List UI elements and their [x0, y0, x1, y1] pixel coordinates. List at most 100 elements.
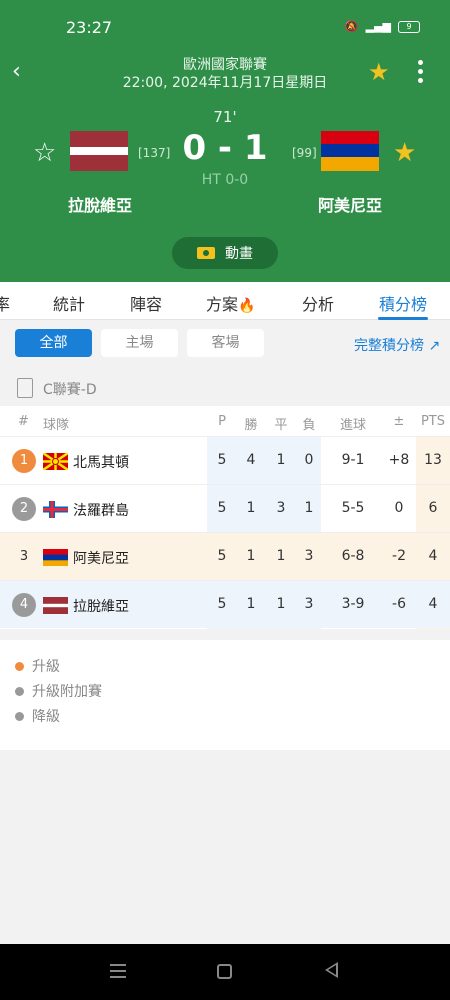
halftime-score: HT 0-0: [201, 172, 249, 188]
header-team: 球隊: [43, 418, 70, 433]
status-time: 23:27: [66, 18, 113, 37]
north-macedonia-flag-icon: [43, 453, 68, 470]
pitch-icon: [197, 247, 215, 259]
legend-label: 升級: [32, 659, 60, 675]
header-diff: ±: [393, 414, 405, 429]
draws: 3: [276, 500, 286, 516]
mute-icon: 🔕: [344, 20, 359, 33]
played: 5: [217, 500, 227, 516]
losses: 1: [304, 500, 314, 516]
goal-diff: -6: [392, 596, 406, 612]
home-rank: [137]: [138, 146, 171, 160]
draws: 1: [276, 548, 286, 564]
faroe-islands-flag-icon: [43, 501, 68, 518]
header-goals: 進球: [339, 418, 366, 433]
header-w: 勝: [244, 418, 258, 433]
status-icons: 🔕 ▂▄▆ 9: [345, 20, 420, 33]
fire-icon: 🔥: [238, 298, 256, 314]
filter-all[interactable]: 全部: [15, 329, 92, 357]
playoff-dot-icon: [15, 686, 24, 696]
draws: 1: [276, 596, 286, 612]
goal-diff: 0: [394, 500, 404, 516]
team-name: 拉脫維亞: [73, 599, 129, 615]
rank-badge: 4: [12, 593, 36, 617]
home-icon[interactable]: [217, 964, 232, 979]
tab-lineup[interactable]: 陣容: [130, 291, 162, 315]
trophy-icon: [17, 378, 33, 398]
filter-home[interactable]: 主場: [101, 329, 178, 357]
legend-item: 降級: [15, 706, 60, 726]
favorite-away-star-icon[interactable]: ★: [393, 138, 416, 168]
header-d: 平: [274, 418, 288, 433]
armenia-flag-icon: [321, 131, 379, 171]
favorite-home-star-icon[interactable]: ☆: [33, 138, 56, 168]
points: 4: [428, 548, 438, 564]
table-row[interactable]: 1 北馬其頓 5 4 1 0 9-1 +8 13: [0, 436, 450, 484]
legend-label: 降級: [32, 709, 60, 725]
status-bar: 23:27 🔕 ▂▄▆ 9: [0, 0, 450, 50]
latvia-flag-icon: [70, 131, 128, 171]
recent-apps-icon[interactable]: [110, 964, 126, 978]
played: 5: [217, 452, 227, 468]
animation-button[interactable]: 動畫: [172, 237, 278, 269]
legend-item: 升級附加賽: [15, 681, 102, 701]
points: 13: [424, 452, 442, 468]
tab-tips-label: 方案: [206, 295, 239, 314]
match-score: 0 - 1: [182, 128, 268, 168]
rank-badge: 2: [12, 497, 36, 521]
points: 4: [428, 596, 438, 612]
favorite-match-star-icon[interactable]: ★: [368, 58, 390, 86]
goals: 3-9: [341, 596, 365, 612]
goals: 9-1: [341, 452, 365, 468]
battery-icon: 9: [398, 20, 420, 33]
losses: 0: [304, 452, 314, 468]
losses: 3: [304, 596, 314, 612]
goal-diff: +8: [388, 452, 410, 468]
promotion-dot-icon: [15, 661, 24, 671]
played: 5: [217, 596, 227, 612]
goals: 6-8: [341, 548, 365, 564]
legend-item: 升級: [15, 656, 60, 676]
goal-diff: -2: [392, 548, 406, 564]
header-l: 負: [302, 418, 316, 433]
rank-badge: 1: [12, 449, 36, 473]
group-header: C聯賽-D: [0, 370, 450, 406]
relegation-dot-icon: [15, 711, 24, 721]
animation-label: 動畫: [225, 246, 253, 262]
latvia-flag-icon: [43, 597, 68, 614]
table-row-highlighted[interactable]: 3 阿美尼亞 5 1 1 3 6-8 -2 4: [0, 532, 450, 580]
header-p: P: [218, 414, 226, 429]
tab-odds[interactable]: 率: [0, 291, 10, 315]
wins: 4: [246, 452, 256, 468]
home-team-name[interactable]: 拉脫維亞: [40, 192, 160, 216]
rank-number: 3: [19, 549, 29, 564]
standings-table: # 球隊 P 勝 平 負 進球 ± PTS 1 北馬其頓 5 4 1 0 9-1…: [0, 406, 450, 629]
away-team-name[interactable]: 阿美尼亞: [290, 192, 410, 216]
losses: 3: [304, 548, 314, 564]
tab-standings[interactable]: 積分榜: [379, 291, 427, 315]
full-standings-link[interactable]: 完整積分榜 ↗: [354, 335, 440, 355]
tab-bar: 率 統計 陣容 方案🔥 分析 積分榜: [0, 282, 450, 320]
wins: 1: [246, 596, 256, 612]
table-row[interactable]: 2 法羅群島 5 1 3 1 5-5 0 6: [0, 484, 450, 532]
standings-filters: 全部 主場 客場 完整積分榜 ↗: [0, 320, 450, 366]
system-navigation-bar: [0, 944, 450, 1000]
back-triangle-icon[interactable]: [325, 962, 338, 978]
played: 5: [217, 548, 227, 564]
more-options-icon[interactable]: [418, 60, 424, 84]
tab-tips[interactable]: 方案🔥: [206, 291, 255, 315]
tab-stats[interactable]: 統計: [53, 291, 85, 315]
table-row-highlighted[interactable]: 4 拉脫維亞 5 1 1 3 3-9 -6 4: [0, 580, 450, 628]
full-standings-label: 完整積分榜: [354, 338, 424, 354]
signal-icon: ▂▄▆: [365, 20, 391, 33]
group-label: C聯賽-D: [43, 382, 97, 398]
tab-analysis[interactable]: 分析: [302, 291, 334, 315]
away-rank: [99]: [292, 146, 317, 160]
wins: 1: [246, 548, 256, 564]
armenia-flag-icon: [43, 549, 68, 566]
header-pos: #: [18, 414, 29, 429]
standings-legend: 升級 升級附加賽 降級: [0, 640, 450, 750]
team-name: 法羅群島: [73, 503, 129, 519]
filter-away[interactable]: 客場: [187, 329, 264, 357]
team-name: 阿美尼亞: [73, 551, 129, 567]
